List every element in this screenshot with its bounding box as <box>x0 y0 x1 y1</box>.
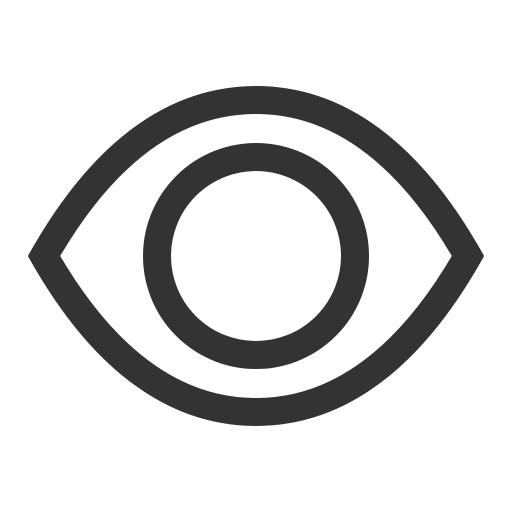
eye-icon <box>27 85 485 427</box>
icon-canvas <box>0 0 512 512</box>
eye-pupil <box>143 143 369 369</box>
